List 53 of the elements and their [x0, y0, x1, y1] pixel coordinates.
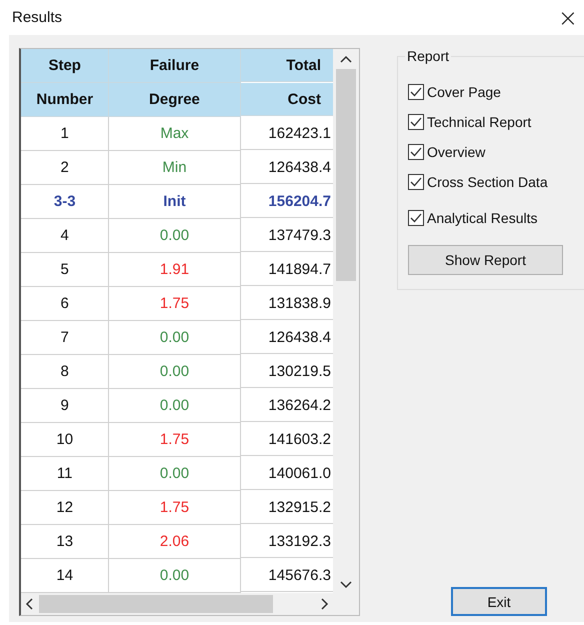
table-cell: 0.00: [109, 321, 241, 355]
checkbox[interactable]: [408, 210, 424, 226]
column-header[interactable]: Step: [21, 49, 110, 83]
table-cell: Init: [109, 185, 241, 219]
table-cell: 1.75: [109, 287, 241, 321]
scroll-right-icon[interactable]: [321, 598, 329, 610]
column-header[interactable]: Number: [21, 83, 110, 117]
table-cell: 1.91: [109, 253, 241, 287]
checkbox[interactable]: [408, 174, 424, 190]
table-cell: 12: [21, 491, 110, 525]
checkbox-label[interactable]: Cross Section Data: [427, 174, 548, 190]
table-cell: 9: [21, 389, 110, 423]
table-cell: 1: [21, 117, 110, 151]
scroll-down-icon[interactable]: [340, 581, 352, 589]
table-cell: Min: [109, 151, 241, 185]
table-cell: 8: [21, 355, 110, 389]
table-cell: 14: [21, 559, 110, 593]
checkbox-label[interactable]: Analytical Results: [427, 210, 538, 226]
table-cell: 10: [21, 423, 110, 457]
table-cell: 5: [21, 253, 110, 287]
group-title: Report: [405, 48, 452, 64]
checkbox[interactable]: [408, 144, 424, 160]
table-cell: 2.06: [109, 525, 241, 559]
checkbox-label[interactable]: Cover Page: [427, 84, 501, 100]
table-cell: 6: [21, 287, 110, 321]
table-cell: 0.00: [109, 389, 241, 423]
show-report-button[interactable]: Show Report: [408, 245, 563, 275]
table-cell: 0.00: [109, 457, 241, 491]
column-header[interactable]: Degree: [109, 83, 241, 117]
checkbox[interactable]: [408, 114, 424, 130]
exit-button[interactable]: Exit: [451, 587, 547, 616]
table-cell: 1.75: [109, 423, 241, 457]
table-cell: 0.00: [109, 219, 241, 253]
column-header[interactable]: Failure: [109, 49, 241, 83]
table-cell: 0.00: [109, 559, 241, 593]
table-cell: 4: [21, 219, 110, 253]
scroll-up-icon[interactable]: [340, 55, 352, 63]
table-cell: 0.00: [109, 355, 241, 389]
table-cell: 11: [21, 457, 110, 491]
scroll-left-icon[interactable]: [25, 598, 33, 610]
table-cell: 3-3: [21, 185, 110, 219]
table-cell: 13: [21, 525, 110, 559]
checkbox-label[interactable]: Technical Report: [427, 114, 532, 130]
table-cell: 2: [21, 151, 110, 185]
column-header[interactable]: Total: [240, 49, 333, 82]
window-title: Results: [12, 9, 62, 26]
checkbox-label[interactable]: Overview: [427, 144, 486, 160]
checkbox[interactable]: [408, 84, 424, 100]
table-cell: 7: [21, 321, 110, 355]
close-button[interactable]: ×: [554, 6, 582, 30]
table-cell: 1.75: [109, 491, 241, 525]
column-header[interactable]: Cost: [240, 83, 333, 116]
table-cell: Max: [109, 117, 241, 151]
